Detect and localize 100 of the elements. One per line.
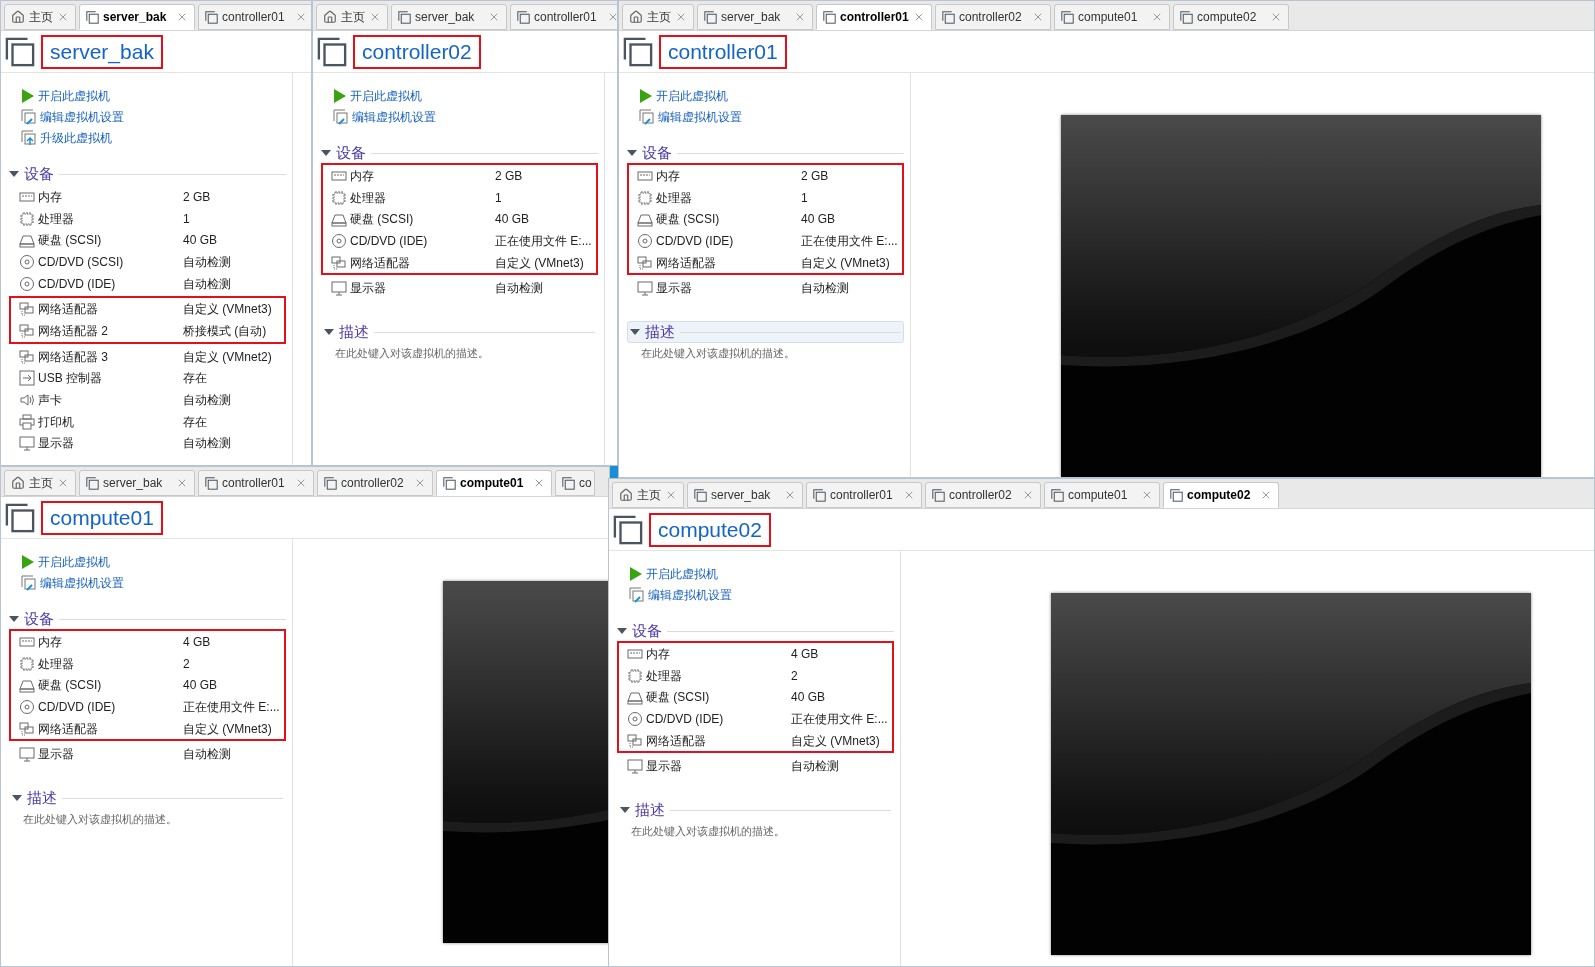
close-icon[interactable]: [369, 11, 381, 23]
close-icon[interactable]: [913, 11, 925, 23]
tab[interactable]: controller01: [198, 4, 311, 30]
device-name[interactable]: CD/DVD (IDE): [350, 231, 428, 250]
device-name[interactable]: CD/DVD (IDE): [646, 709, 724, 728]
device-name[interactable]: 处理器: [38, 209, 74, 228]
collapse-caret-icon[interactable]: [620, 807, 630, 814]
device-row[interactable]: CD/DVD (SCSI) 自动检测: [19, 251, 284, 273]
tab[interactable]: server_bak: [79, 4, 195, 30]
tab[interactable]: server_bak: [79, 470, 195, 496]
device-row[interactable]: 显示器 自动检测: [19, 432, 284, 455]
device-row[interactable]: 显示器 自动检测: [627, 755, 892, 778]
section-header-bar[interactable]: 描述: [617, 799, 894, 822]
collapse-caret-icon[interactable]: [627, 150, 637, 156]
device-name[interactable]: 内存: [646, 644, 670, 663]
action-link[interactable]: 编辑虚拟机设置: [333, 106, 598, 127]
device-name[interactable]: 声卡: [38, 391, 62, 410]
tab[interactable]: 主页: [4, 4, 76, 30]
close-icon[interactable]: [1022, 489, 1034, 501]
action-link[interactable]: 编辑虚拟机设置: [629, 584, 894, 605]
collapse-caret-icon[interactable]: [324, 329, 334, 336]
action-link[interactable]: 编辑虚拟机设置: [639, 106, 904, 127]
device-name[interactable]: 内存: [38, 632, 62, 651]
collapse-caret-icon[interactable]: [9, 616, 19, 622]
device-row[interactable]: 显示器 自动检测: [331, 277, 596, 300]
device-name[interactable]: 内存: [350, 166, 374, 185]
action-link[interactable]: 编辑虚拟机设置: [21, 106, 286, 127]
device-name[interactable]: 显示器: [38, 745, 74, 764]
device-row[interactable]: 显示器 自动检测: [19, 743, 284, 766]
collapse-caret-icon[interactable]: [617, 628, 627, 634]
device-name[interactable]: 网络适配器: [350, 253, 410, 272]
close-icon[interactable]: [903, 489, 915, 501]
device-name[interactable]: 网络适配器 2: [38, 321, 108, 340]
close-icon[interactable]: [57, 11, 69, 23]
tab[interactable]: server_bak: [391, 4, 507, 30]
tab[interactable]: 主页: [612, 482, 684, 508]
tab[interactable]: controller02: [935, 4, 1051, 30]
tab[interactable]: compute01: [1054, 4, 1170, 30]
device-name[interactable]: 处理器: [350, 188, 386, 207]
close-icon[interactable]: [607, 11, 617, 23]
device-name[interactable]: 硬盘 (SCSI): [38, 231, 102, 250]
tab[interactable]: 主页: [316, 4, 388, 30]
close-icon[interactable]: [414, 477, 426, 489]
device-name[interactable]: 硬盘 (SCSI): [38, 676, 102, 695]
close-icon[interactable]: [176, 477, 188, 489]
device-name[interactable]: 网络适配器: [656, 253, 716, 272]
close-icon[interactable]: [57, 477, 69, 489]
description-placeholder[interactable]: 在此处键入对该虚拟机的描述。: [617, 823, 894, 840]
device-name[interactable]: 内存: [38, 187, 62, 206]
tab[interactable]: compute02: [1163, 482, 1279, 508]
device-name[interactable]: 显示器: [646, 757, 682, 776]
tab[interactable]: controller01: [198, 470, 314, 496]
close-icon[interactable]: [1151, 11, 1163, 23]
close-icon[interactable]: [176, 11, 188, 23]
section-header-bar[interactable]: 描述: [321, 321, 598, 344]
tab[interactable]: controller01: [816, 4, 932, 30]
device-name[interactable]: CD/DVD (IDE): [38, 274, 116, 293]
close-icon[interactable]: [1141, 489, 1153, 501]
tab[interactable]: controller02: [925, 482, 1041, 508]
device-name[interactable]: 处理器: [646, 666, 682, 685]
device-name[interactable]: 硬盘 (SCSI): [646, 688, 710, 707]
close-icon[interactable]: [533, 477, 545, 489]
tab[interactable]: compute02: [1173, 4, 1289, 30]
action-link[interactable]: 开启此虚拟机: [21, 551, 286, 572]
close-icon[interactable]: [1032, 11, 1044, 23]
device-name[interactable]: 网络适配器: [646, 731, 706, 750]
device-name[interactable]: 网络适配器: [38, 719, 98, 738]
action-link[interactable]: 升级此虚拟机: [21, 127, 286, 148]
description-placeholder[interactable]: 在此处键入对该虚拟机的描述。: [627, 345, 904, 362]
tab[interactable]: 主页: [4, 470, 76, 496]
close-icon[interactable]: [784, 489, 796, 501]
close-icon[interactable]: [794, 11, 806, 23]
section-header-bar[interactable]: 描述: [627, 321, 904, 344]
device-row[interactable]: 显示器 自动检测: [637, 277, 902, 300]
action-link[interactable]: 开启此虚拟机: [333, 85, 598, 106]
collapse-caret-icon[interactable]: [321, 150, 331, 156]
device-row[interactable]: 内存 2 GB: [19, 186, 284, 208]
close-icon[interactable]: [488, 11, 500, 23]
description-placeholder[interactable]: 在此处键入对该虚拟机的描述。: [321, 345, 598, 362]
device-row[interactable]: 声卡 自动检测: [19, 389, 284, 411]
close-icon[interactable]: [295, 11, 307, 23]
action-link[interactable]: 开启此虚拟机: [629, 563, 894, 584]
action-link[interactable]: 开启此虚拟机: [639, 85, 904, 106]
device-name[interactable]: CD/DVD (IDE): [38, 697, 116, 716]
device-name[interactable]: 硬盘 (SCSI): [656, 210, 720, 229]
action-link[interactable]: 开启此虚拟机: [21, 85, 286, 106]
tab[interactable]: compute01: [1044, 482, 1160, 508]
device-name[interactable]: 显示器: [38, 434, 74, 453]
tab[interactable]: controller02: [317, 470, 433, 496]
collapse-caret-icon[interactable]: [12, 795, 22, 802]
device-row[interactable]: USB 控制器 存在: [19, 367, 284, 390]
collapse-caret-icon[interactable]: [630, 329, 640, 336]
device-name[interactable]: 网络适配器: [38, 300, 98, 319]
device-row[interactable]: CD/DVD (IDE) 自动检测: [19, 272, 284, 295]
device-name[interactable]: CD/DVD (IDE): [656, 231, 734, 250]
tab[interactable]: server_bak: [697, 4, 813, 30]
close-icon[interactable]: [665, 489, 677, 501]
device-name[interactable]: USB 控制器: [38, 369, 102, 388]
tab[interactable]: co: [555, 470, 595, 496]
section-header-bar[interactable]: 描述: [9, 787, 286, 810]
